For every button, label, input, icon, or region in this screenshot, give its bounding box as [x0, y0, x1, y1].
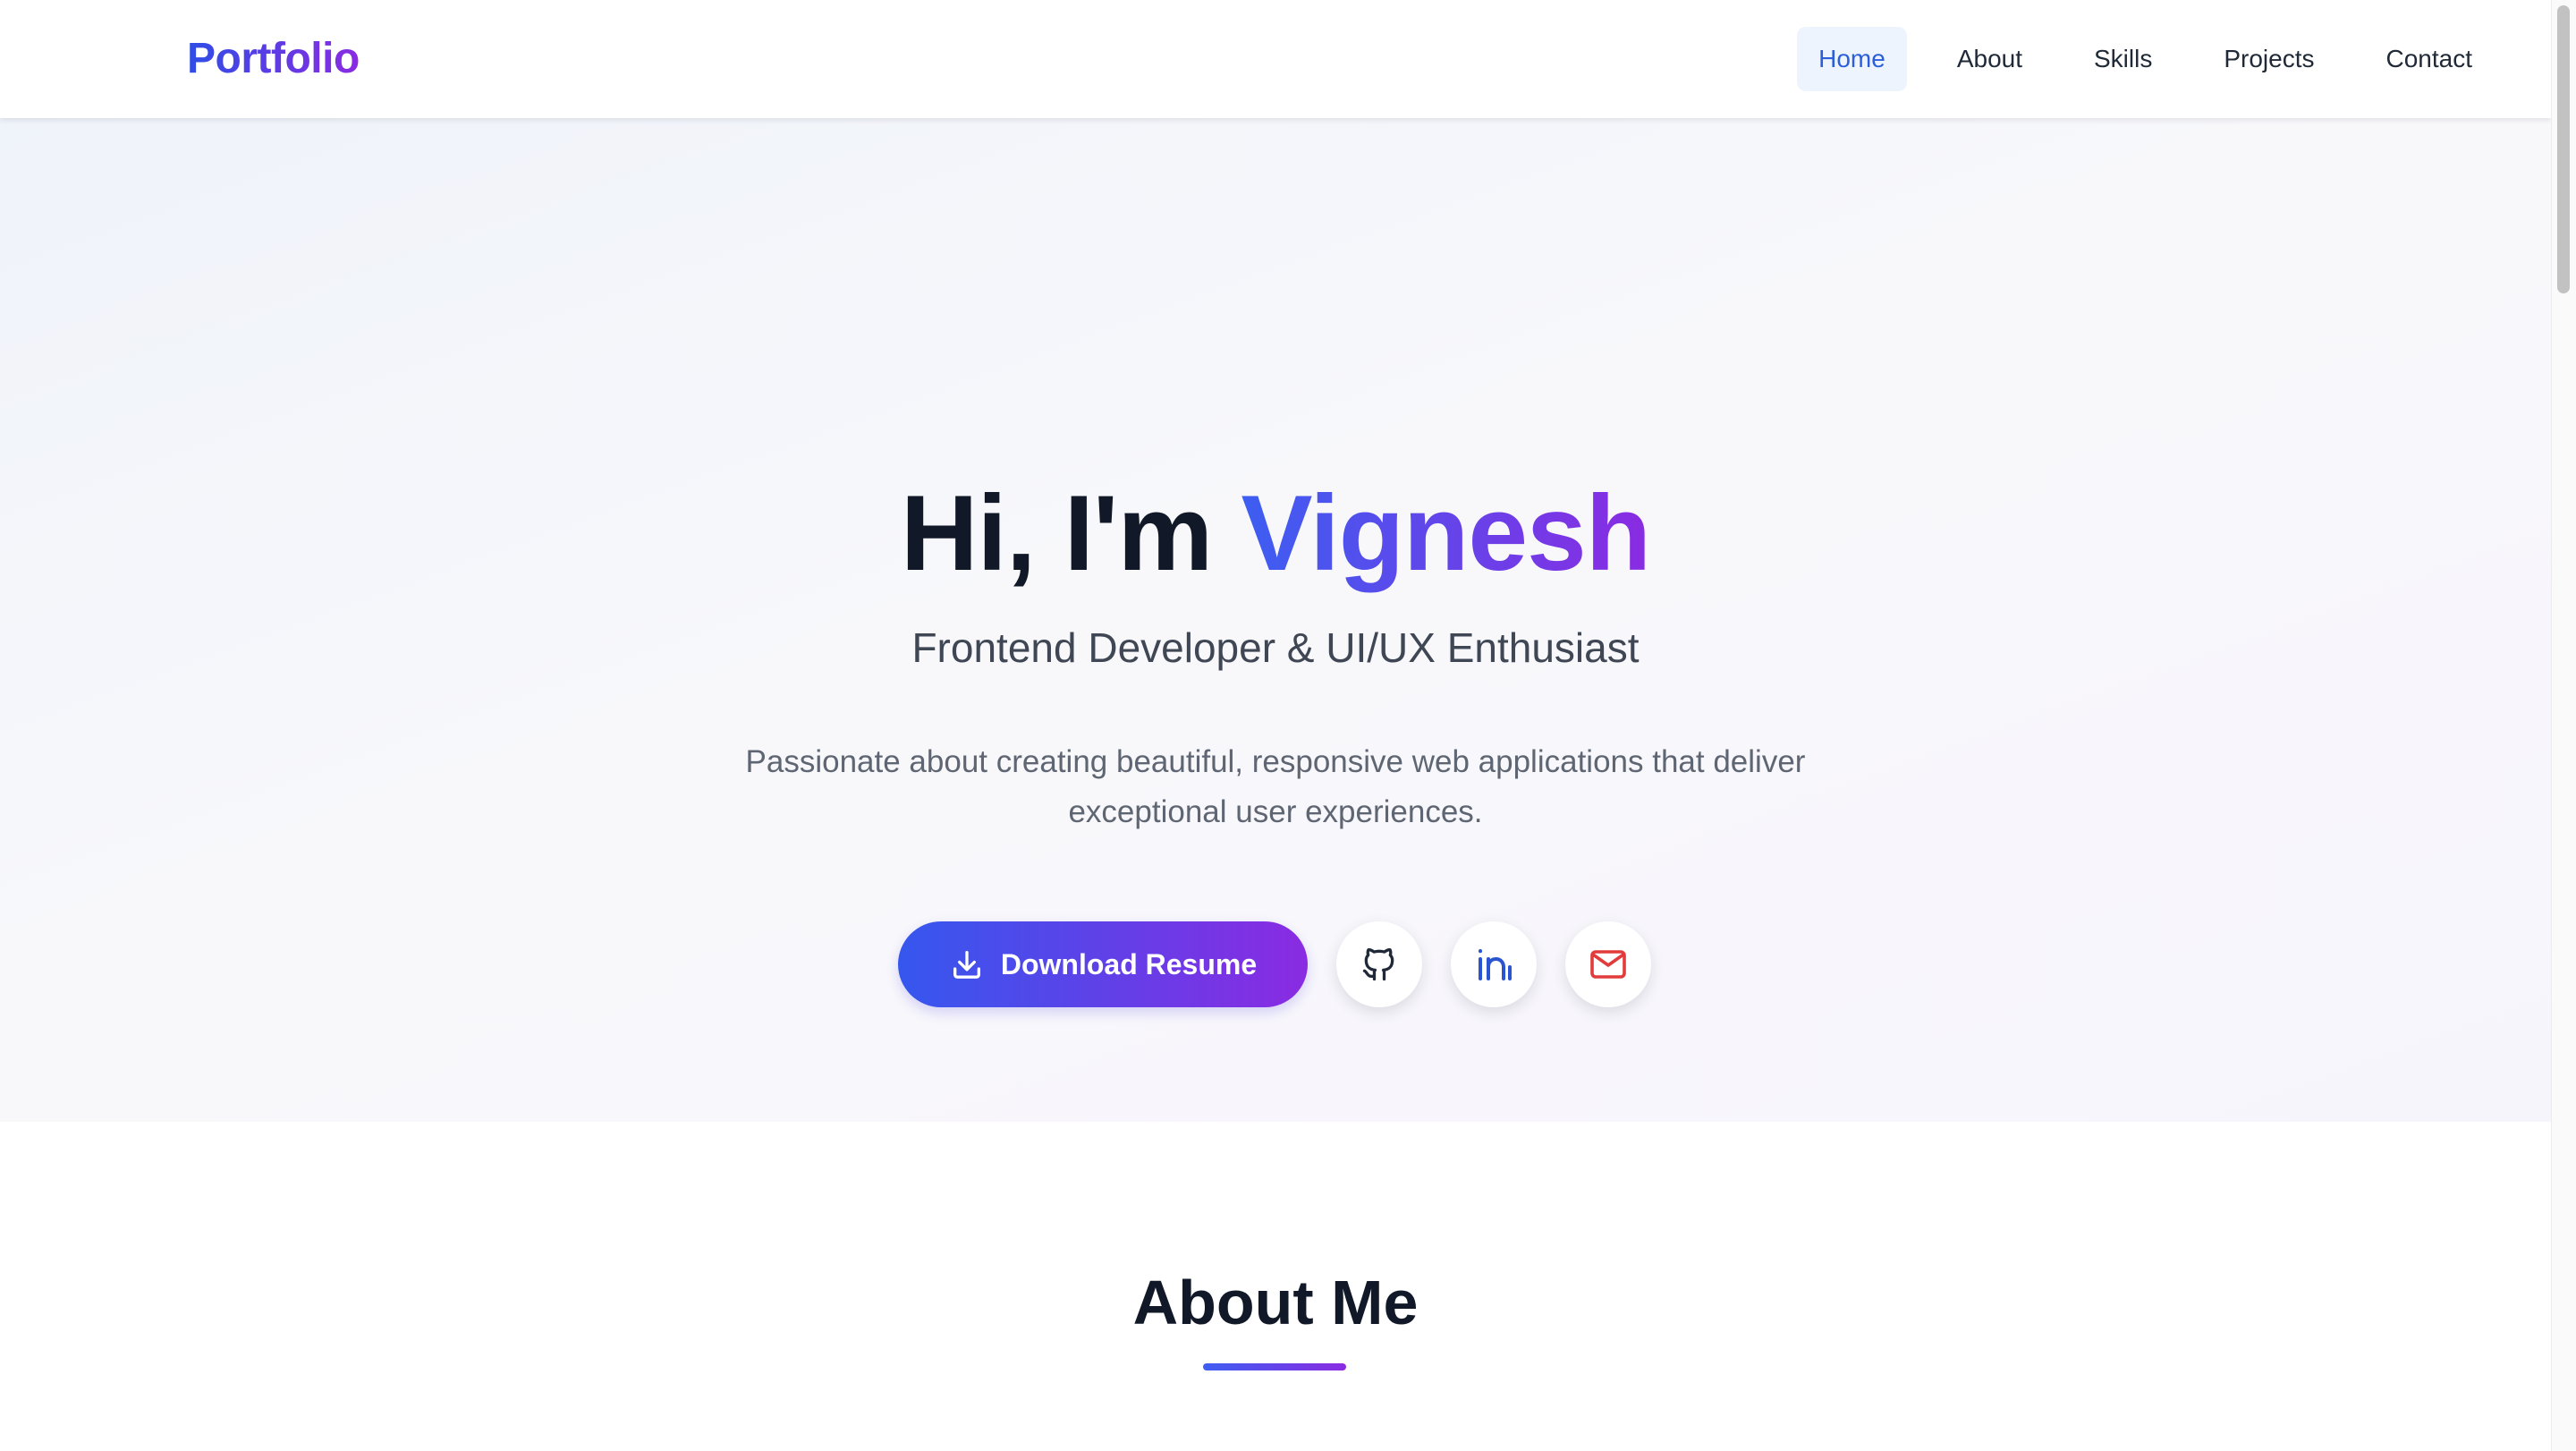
- page-scrollbar[interactable]: [2551, 0, 2576, 1451]
- download-icon: [949, 946, 985, 982]
- download-resume-button[interactable]: Download Resume: [898, 921, 1308, 1007]
- nav-link-projects[interactable]: Projects: [2202, 27, 2335, 91]
- hero-greeting: Hi, I'm: [900, 473, 1213, 593]
- hero-name: Vignesh: [1241, 473, 1652, 593]
- nav-link-about[interactable]: About: [1936, 27, 2044, 91]
- nav-links: Home About Skills Projects Contact: [1797, 27, 2494, 91]
- mail-icon: [1587, 943, 1630, 986]
- hero-actions: Download Resume: [898, 921, 1651, 1007]
- github-icon: [1360, 945, 1399, 984]
- about-heading: About Me: [1132, 1268, 1419, 1337]
- nav-link-home[interactable]: Home: [1797, 27, 1907, 91]
- scrollbar-thumb[interactable]: [2557, 5, 2570, 293]
- nav-link-contact[interactable]: Contact: [2365, 27, 2495, 91]
- hero-heading: Hi, I'm Vignesh: [0, 472, 2551, 594]
- about-heading-underline: [1203, 1363, 1346, 1370]
- linkedin-icon: [1472, 943, 1515, 986]
- download-resume-label: Download Resume: [1000, 947, 1258, 980]
- navbar: Portfolio Home About Skills Projects Con…: [0, 0, 2551, 118]
- nav-link-skills[interactable]: Skills: [2072, 27, 2174, 91]
- hero-subtitle: Frontend Developer & UI/UX Enthusiast: [911, 624, 1640, 671]
- hero-description: Passionate about creating beautiful, res…: [745, 744, 1806, 829]
- linkedin-button[interactable]: [1451, 921, 1537, 1007]
- hero-section: Hi, I'm Vignesh Frontend Developer & UI/…: [0, 118, 2551, 1122]
- logo[interactable]: Portfolio: [187, 32, 360, 86]
- email-button[interactable]: [1565, 921, 1651, 1007]
- github-button[interactable]: [1336, 921, 1422, 1007]
- portfolio-page: Portfolio Home About Skills Projects Con…: [0, 0, 2551, 1451]
